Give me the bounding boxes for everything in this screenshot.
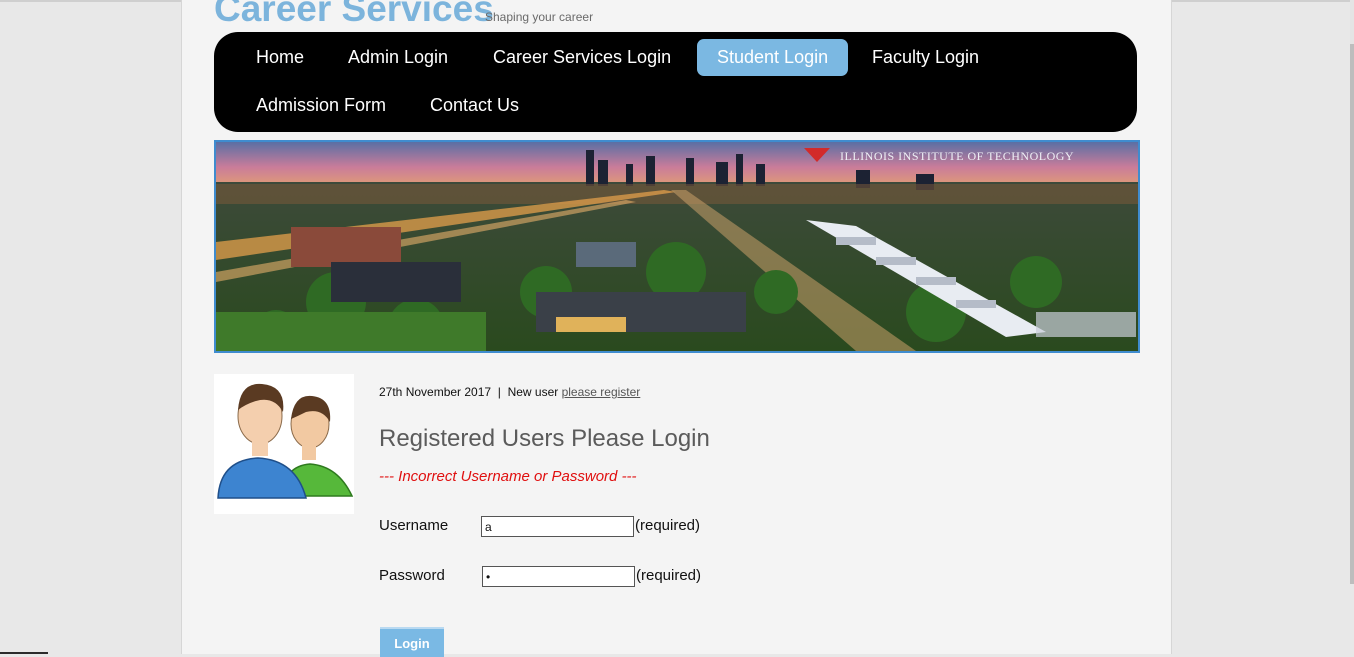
users-avatar: [214, 374, 354, 514]
site-title[interactable]: Career Services: [214, 0, 494, 30]
nav-career-services-login[interactable]: Career Services Login: [473, 39, 691, 76]
nav-admission-form[interactable]: Admission Form: [236, 87, 406, 124]
new-user-text: New user: [507, 385, 559, 399]
users-icon: [217, 383, 354, 499]
login-button[interactable]: Login: [380, 627, 444, 657]
nav-admin-login[interactable]: Admin Login: [328, 39, 468, 76]
site-tagline: Shaping your career: [485, 10, 594, 24]
username-input[interactable]: [481, 516, 634, 537]
page-scrollbar[interactable]: [1350, 0, 1354, 584]
password-label: Password: [379, 567, 445, 584]
current-date: 27th November 2017: [379, 385, 492, 399]
register-link[interactable]: please register: [562, 385, 641, 399]
scrollbar-thumb[interactable]: [1350, 44, 1354, 584]
campus-banner: ILLINOIS INSTITUTE OF TECHNOLOGY: [214, 140, 1140, 353]
nav-contact-us[interactable]: Contact Us: [410, 87, 539, 124]
nav-faculty-login[interactable]: Faculty Login: [852, 39, 999, 76]
password-input[interactable]: [482, 566, 635, 587]
username-required-note: (required): [635, 517, 701, 534]
nav-student-login[interactable]: Student Login: [697, 39, 849, 76]
date-line: 27th November 2017 | New user please reg…: [379, 385, 640, 399]
username-label: Username: [379, 517, 449, 534]
main-nav: Home Admin Login Career Services Login S…: [214, 32, 1137, 132]
banner-caption: ILLINOIS INSTITUTE OF TECHNOLOGY: [840, 149, 1074, 163]
password-required-note: (required): [636, 567, 702, 584]
nav-home[interactable]: Home: [236, 39, 324, 76]
campus-banner-image: ILLINOIS INSTITUTE OF TECHNOLOGY: [216, 142, 1138, 351]
login-heading: Registered Users Please Login: [379, 425, 710, 452]
login-error-message: --- Incorrect Username or Password ---: [379, 468, 637, 485]
